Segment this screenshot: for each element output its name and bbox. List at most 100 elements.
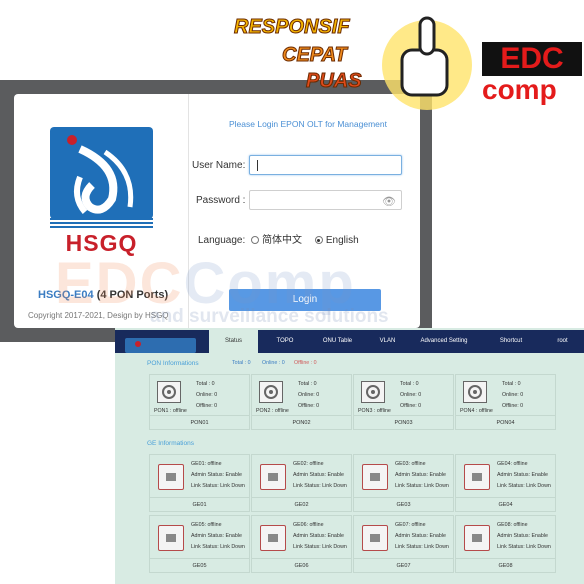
pon-offline: Offline : 0 <box>294 360 317 366</box>
ge-port-admin-status: Admin Status: Enable <box>497 533 548 539</box>
ge-port-status: GE06: offline <box>293 522 324 528</box>
ge-port-link-status: Link Status: Link Down <box>497 544 551 550</box>
ge-port-card[interactable]: GE06: offline Admin Status: Enable Link … <box>251 515 352 573</box>
promo-banner: RESPONSIF CEPAT PUAS EDC comp <box>232 10 584 120</box>
pon-port-icon <box>361 381 385 403</box>
tab-status[interactable]: Status <box>209 330 258 353</box>
ge-port-name: GE01 <box>150 497 249 511</box>
pon-port-online: Online: 0 <box>298 392 320 398</box>
ge-port-status: GE01: offline <box>191 461 222 467</box>
ge-port-link-status: Link Status: Link Down <box>191 544 245 550</box>
language-option-chinese[interactable]: 简体中文 <box>251 235 302 246</box>
pon-port-icon <box>463 381 487 403</box>
ge-port-card[interactable]: GE08: offline Admin Status: Enable Link … <box>455 515 556 573</box>
ethernet-port-icon <box>260 525 286 551</box>
tab-topo[interactable]: TOPO <box>265 330 305 353</box>
ge-port-card[interactable]: GE07: offline Admin Status: Enable Link … <box>353 515 454 573</box>
pon-port-offline: Offline: 0 <box>502 403 524 409</box>
tab-shortcut[interactable]: Shortcut <box>490 330 532 353</box>
comp-logo: comp <box>482 74 557 105</box>
pon-port-offline: Offline: 0 <box>400 403 422 409</box>
ge-port-name: GE04 <box>456 497 555 511</box>
login-title: Please Login EPON OLT for Management <box>229 119 387 129</box>
ethernet-port-icon <box>158 525 184 551</box>
username-input[interactable] <box>249 155 402 175</box>
pon-port-status: PON1 : offline <box>154 408 187 414</box>
pon-port-total: Total : 0 <box>298 381 317 387</box>
pon-port-online: Online: 0 <box>400 392 422 398</box>
ge-port-name: GE02 <box>252 497 351 511</box>
pon-port-icon <box>259 381 283 403</box>
pon-port-name: PON03 <box>354 415 453 429</box>
language-label: Language: <box>198 235 246 246</box>
language-option-english[interactable]: English <box>314 235 359 246</box>
ge-port-card[interactable]: GE03: offline Admin Status: Enable Link … <box>353 454 454 512</box>
ge-port-card[interactable]: GE04: offline Admin Status: Enable Link … <box>455 454 556 512</box>
ge-port-status: GE05: offline <box>191 522 222 528</box>
ge-port-status: GE03: offline <box>395 461 426 467</box>
ge-port-admin-status: Admin Status: Enable <box>293 472 344 478</box>
ethernet-port-icon <box>464 464 490 490</box>
ge-port-admin-status: Admin Status: Enable <box>395 472 446 478</box>
pon-port-card[interactable]: PON3 : offline Total : 0 Online: 0 Offli… <box>353 374 454 430</box>
tab-onu-table[interactable]: ONU Table <box>315 330 360 353</box>
ge-port-name: GE06 <box>252 558 351 572</box>
radio-checked-icon[interactable] <box>314 236 323 244</box>
ge-port-name: GE05 <box>150 558 249 572</box>
pon-port-card[interactable]: PON1 : offline Total : 0 Online: 0 Offli… <box>149 374 250 430</box>
ge-port-name: GE08 <box>456 558 555 572</box>
show-password-eye-icon[interactable]: 👁 <box>382 195 396 208</box>
pon-port-online: Online: 0 <box>502 392 524 398</box>
pon-port-offline: Offline: 0 <box>298 403 320 409</box>
watermark-subtitle: and surveillance solutions <box>150 306 389 327</box>
logo-stripes <box>50 218 153 230</box>
ge-port-admin-status: Admin Status: Enable <box>293 533 344 539</box>
ge-port-status: GE07: offline <box>395 522 426 528</box>
user-menu-root[interactable]: root <box>550 330 575 353</box>
ge-port-link-status: Link Status: Link Down <box>497 483 551 489</box>
tab-vlan[interactable]: VLAN <box>370 330 405 353</box>
ge-port-link-status: Link Status: Link Down <box>293 483 347 489</box>
ge-port-admin-status: Admin Status: Enable <box>191 472 242 478</box>
ge-port-name: GE07 <box>354 558 453 572</box>
ge-port-card[interactable]: GE05: offline Admin Status: Enable Link … <box>149 515 250 573</box>
pon-port-offline: Offline: 0 <box>196 403 218 409</box>
radio-icon[interactable] <box>251 236 260 244</box>
pon-port-total: Total : 0 <box>502 381 521 387</box>
pon-port-name: PON01 <box>150 415 249 429</box>
pon-total: Total : 0 <box>232 360 251 366</box>
ge-port-status: GE02: offline <box>293 461 324 467</box>
ge-port-card[interactable]: GE02: offline Admin Status: Enable Link … <box>251 454 352 512</box>
password-input[interactable]: 👁 <box>249 190 402 210</box>
ge-port-card[interactable]: GE01: offline Admin Status: Enable Link … <box>149 454 250 512</box>
ethernet-port-icon <box>158 464 184 490</box>
tab-advanced-setting[interactable]: Advanced Setting <box>415 330 473 353</box>
language-selector: Language: 简体中文 English <box>198 231 359 246</box>
pon-port-status: PON3 : offline <box>358 408 391 414</box>
ethernet-port-icon <box>362 525 388 551</box>
pon-port-card[interactable]: PON4 : offline Total : 0 Online: 0 Offli… <box>455 374 556 430</box>
pon-online: Online : 0 <box>262 360 285 366</box>
pon-port-name: PON04 <box>456 415 555 429</box>
pon-port-name: PON02 <box>252 415 351 429</box>
ethernet-port-icon <box>260 464 286 490</box>
ge-port-link-status: Link Status: Link Down <box>191 483 245 489</box>
pon-port-online: Online: 0 <box>196 392 218 398</box>
pon-port-status: PON4 : offline <box>460 408 493 414</box>
ge-port-link-status: Link Status: Link Down <box>293 544 347 550</box>
ethernet-port-icon <box>362 464 388 490</box>
ge-port-link-status: Link Status: Link Down <box>395 483 449 489</box>
ge-port-admin-status: Admin Status: Enable <box>191 533 242 539</box>
thumbs-up-icon <box>382 16 472 110</box>
pon-port-total: Total : 0 <box>196 381 215 387</box>
pon-port-card[interactable]: PON2 : offline Total : 0 Online: 0 Offli… <box>251 374 352 430</box>
ge-port-status: GE08: offline <box>497 522 528 528</box>
nav-logo <box>125 338 196 353</box>
ge-port-status: GE04: offline <box>497 461 528 467</box>
pon-port-total: Total : 0 <box>400 381 419 387</box>
ge-section-title: GE Informations <box>147 440 194 447</box>
ge-port-admin-status: Admin Status: Enable <box>395 533 446 539</box>
ge-port-admin-status: Admin Status: Enable <box>497 472 548 478</box>
pon-port-icon <box>157 381 181 403</box>
ge-port-link-status: Link Status: Link Down <box>395 544 449 550</box>
